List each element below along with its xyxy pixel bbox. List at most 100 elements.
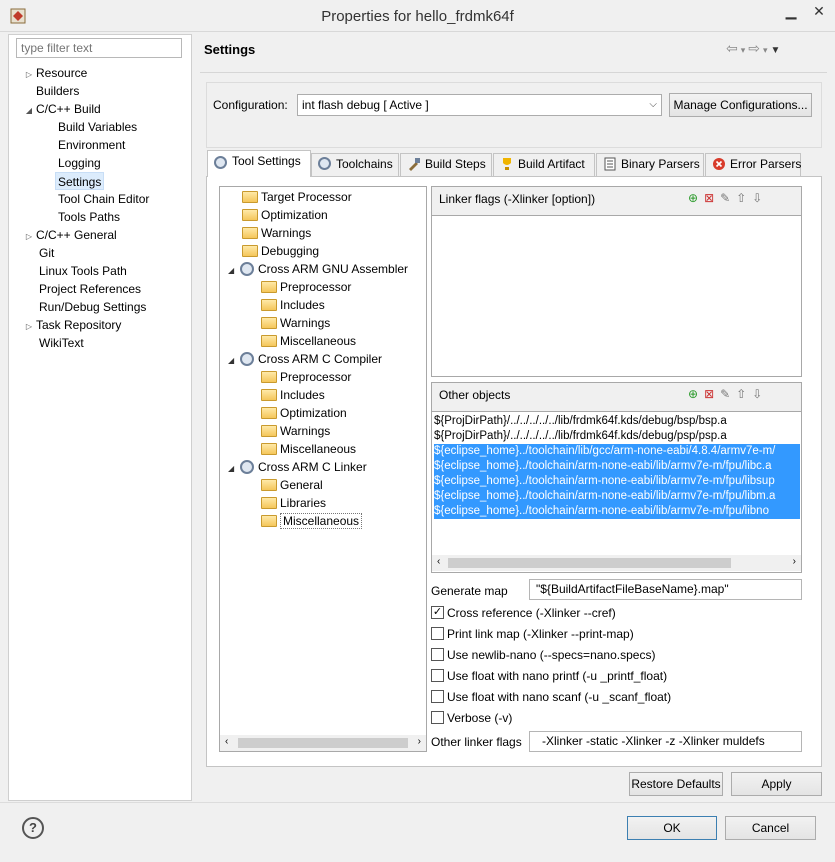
nav-item-builders[interactable]: Builders <box>22 82 79 100</box>
filter-input[interactable] <box>16 38 182 58</box>
help-button[interactable]: ? <box>22 817 44 839</box>
tree-item-c-optimization[interactable]: Optimization <box>261 404 347 422</box>
newlib-nano-checkbox[interactable] <box>431 648 444 661</box>
back-arrow-icon[interactable]: ⇦ <box>726 40 741 56</box>
expand-arrow-icon[interactable]: ▷ <box>22 318 36 336</box>
list-item[interactable]: ${eclipse_home}../toolchain/arm-none-eab… <box>434 489 800 504</box>
tab-label: Build Artifact <box>518 157 585 171</box>
tree-item-c-preprocessor[interactable]: Preprocessor <box>261 368 351 386</box>
tree-item-linker-miscellaneous[interactable]: Miscellaneous <box>261 512 363 530</box>
list-item[interactable]: ${eclipse_home}../toolchain/arm-none-eab… <box>434 459 800 474</box>
nav-item-task-repository[interactable]: ▷ Task Repository <box>22 316 121 334</box>
view-menu-icon[interactable]: ▼ <box>771 45 784 56</box>
nav-item-run-debug-settings[interactable]: Run/Debug Settings <box>39 298 146 316</box>
move-down-icon[interactable]: ⇩ <box>752 191 768 205</box>
tree-item-c-compiler[interactable]: ◢ Cross ARM C Compiler <box>228 350 382 368</box>
nav-item-environment[interactable]: Environment <box>58 136 125 154</box>
scroll-right-icon[interactable]: › <box>418 736 421 747</box>
delete-icon[interactable]: ⊠ <box>704 191 720 205</box>
tab-label: Toolchains <box>336 157 393 171</box>
verbose-checkbox[interactable] <box>431 711 444 724</box>
list-item[interactable]: ${ProjDirPath}/../../../../../lib/frdmk6… <box>434 414 800 429</box>
move-up-icon[interactable]: ⇧ <box>736 387 752 401</box>
tree-item-optimization[interactable]: Optimization <box>242 206 328 224</box>
collapse-arrow-icon[interactable]: ◢ <box>228 460 240 478</box>
nav-item-project-references[interactable]: Project References <box>39 280 141 298</box>
other-linker-flags-field[interactable]: -Xlinker -static -Xlinker -z -Xlinker mu… <box>529 731 802 752</box>
nano-printf-float-checkbox[interactable] <box>431 669 444 682</box>
tree-item-warnings[interactable]: Warnings <box>242 224 311 242</box>
nav-item-tools-paths[interactable]: Tools Paths <box>58 208 120 226</box>
tab-toolchains[interactable]: Toolchains <box>311 153 399 176</box>
tree-item-assembler[interactable]: ◢ Cross ARM GNU Assembler <box>228 260 408 278</box>
collapse-arrow-icon[interactable]: ◢ <box>228 262 240 280</box>
cross-reference-checkbox[interactable]: ✓ <box>431 606 444 619</box>
generate-map-field[interactable]: "${BuildArtifactFileBaseName}.map" <box>529 579 802 600</box>
nav-item-build-variables[interactable]: Build Variables <box>58 118 137 136</box>
nano-scanf-float-checkbox[interactable] <box>431 690 444 703</box>
ok-button[interactable]: OK <box>627 816 717 840</box>
expand-arrow-icon[interactable]: ▷ <box>22 228 36 246</box>
nav-item-logging[interactable]: Logging <box>58 154 101 172</box>
manage-configurations-button[interactable]: Manage Configurations... <box>669 93 812 117</box>
nav-item-git[interactable]: Git <box>39 244 54 262</box>
add-icon[interactable]: ⊕ <box>688 191 704 205</box>
forward-arrow-icon[interactable]: ⇨ <box>748 40 763 56</box>
collapse-arrow-icon[interactable]: ◢ <box>22 102 36 120</box>
tree-item-asm-warnings[interactable]: Warnings <box>261 314 330 332</box>
tab-error-parsers[interactable]: Error Parsers <box>705 153 801 176</box>
nav-item-settings[interactable]: Settings <box>55 172 105 190</box>
objects-horizontal-scrollbar[interactable]: ‹ › <box>432 555 801 571</box>
nav-item-label: C/C++ General <box>36 228 117 242</box>
scroll-left-icon[interactable]: ‹ <box>225 736 228 747</box>
close-window-button[interactable]: ✕ <box>805 1 833 23</box>
scrollbar-thumb[interactable] <box>238 738 408 748</box>
nav-item-cpp-general[interactable]: ▷ C/C++ General <box>22 226 117 244</box>
edit-icon[interactable]: ✎ <box>720 191 736 205</box>
nav-item-wikitext[interactable]: WikiText <box>39 334 84 352</box>
tree-item-asm-includes[interactable]: Includes <box>261 296 325 314</box>
list-item[interactable]: ${eclipse_home}../toolchain/lib/gcc/arm-… <box>434 444 800 459</box>
nav-item-tool-chain-editor[interactable]: Tool Chain Editor <box>58 190 149 208</box>
list-item[interactable]: ${ProjDirPath}/../../../../../lib/frdmk6… <box>434 429 800 444</box>
chevron-down-icon[interactable]: ▾ <box>763 45 771 55</box>
configuration-select[interactable]: int flash debug [ Active ] ⌵ <box>297 94 662 116</box>
scrollbar-thumb[interactable] <box>448 558 731 568</box>
tab-tool-settings[interactable]: Tool Settings <box>207 150 311 177</box>
tree-item-linker-libraries[interactable]: Libraries <box>261 494 326 512</box>
minimize-button[interactable]: ▁ <box>778 1 804 23</box>
list-item[interactable]: ${eclipse_home}../toolchain/arm-none-eab… <box>434 474 800 489</box>
cancel-button[interactable]: Cancel <box>725 816 816 840</box>
nav-item-cpp-build[interactable]: ◢ C/C++ Build <box>22 100 101 118</box>
tree-horizontal-scrollbar[interactable]: ‹ › <box>220 735 426 751</box>
restore-defaults-button[interactable]: Restore Defaults <box>629 772 723 796</box>
tree-item-asm-preprocessor[interactable]: Preprocessor <box>261 278 351 296</box>
tree-item-label: Cross ARM C Linker <box>258 460 367 474</box>
tree-item-asm-miscellaneous[interactable]: Miscellaneous <box>261 332 356 350</box>
delete-icon[interactable]: ⊠ <box>704 387 720 401</box>
nav-item-resource[interactable]: ▷ Resource <box>22 64 87 82</box>
print-link-map-checkbox[interactable] <box>431 627 444 640</box>
folder-icon <box>261 479 277 491</box>
move-down-icon[interactable]: ⇩ <box>752 387 768 401</box>
edit-icon[interactable]: ✎ <box>720 387 736 401</box>
list-item[interactable]: ${eclipse_home}../toolchain/arm-none-eab… <box>434 504 800 519</box>
tree-item-c-includes[interactable]: Includes <box>261 386 325 404</box>
linker-flags-list[interactable] <box>432 215 801 376</box>
scroll-left-icon[interactable]: ‹ <box>437 556 440 567</box>
add-icon[interactable]: ⊕ <box>688 387 704 401</box>
tree-item-target-processor[interactable]: Target Processor <box>242 188 352 206</box>
tab-build-steps[interactable]: Build Steps <box>400 153 492 176</box>
tree-item-linker-general[interactable]: General <box>261 476 323 494</box>
tree-item-c-linker[interactable]: ◢ Cross ARM C Linker <box>228 458 367 476</box>
tree-item-debugging[interactable]: Debugging <box>242 242 319 260</box>
nav-item-linux-tools-path[interactable]: Linux Tools Path <box>39 262 127 280</box>
collapse-arrow-icon[interactable]: ◢ <box>228 352 240 370</box>
tab-build-artifact[interactable]: Build Artifact <box>493 153 595 176</box>
tree-item-c-warnings[interactable]: Warnings <box>261 422 330 440</box>
tree-item-c-miscellaneous[interactable]: Miscellaneous <box>261 440 356 458</box>
scroll-right-icon[interactable]: › <box>793 556 796 567</box>
move-up-icon[interactable]: ⇧ <box>736 191 752 205</box>
tab-binary-parsers[interactable]: Binary Parsers <box>596 153 704 176</box>
apply-button[interactable]: Apply <box>731 772 822 796</box>
